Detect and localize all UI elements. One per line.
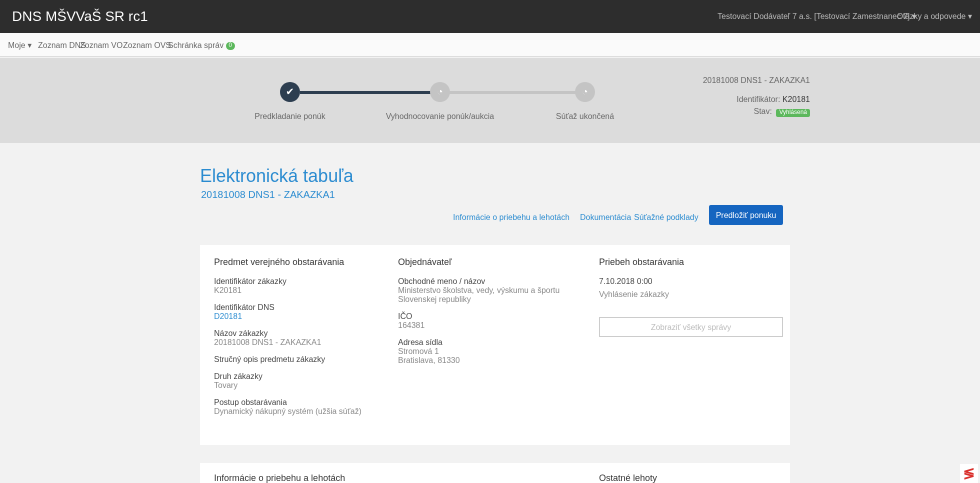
priebeh-event: Vyhlásenie zákazky	[599, 290, 669, 299]
schranka-label: Schránka správ	[168, 41, 224, 50]
step-2-label: Vyhodnocovanie ponúk/aukcia	[385, 112, 495, 121]
nav-zoznam-ovs[interactable]: Zoznam OVS	[123, 41, 171, 50]
info-identifier: Identifikátor: K20181	[737, 95, 810, 104]
user-menu[interactable]: Testovací Dodávateľ 7 a.s. [Testovací Za…	[718, 12, 916, 21]
step-3-label: Súťaž ukončená	[555, 112, 615, 121]
nav-schranka-sprav[interactable]: Schránka správ 0	[168, 41, 235, 50]
details-card: Predmet verejného obstarávania Identifik…	[200, 245, 790, 445]
field-label: IČO	[398, 312, 413, 321]
info-stav-label: Stav:	[753, 107, 772, 116]
info-id-label: Identifikátor:	[736, 95, 781, 104]
nav-moje[interactable]: Moje ▾	[8, 41, 32, 50]
field-label: Názov zákazky	[214, 329, 268, 338]
step-1-check-icon: ✔	[280, 82, 300, 102]
field-value: Stromová 1 Bratislava, 81330	[398, 347, 460, 365]
info-stav: Stav: Vyhlásená	[753, 107, 810, 117]
bottom-card: Informácie o priebehu a lehotách Ostatné…	[200, 463, 790, 483]
field-label: Obchodné meno / názov	[398, 277, 486, 286]
objednavatel-title: Objednávateľ	[398, 257, 452, 267]
priebeh-date: 7.10.2018 0:00	[599, 277, 653, 286]
nav-bar: Moje ▾ Zoznam DNS Zoznam VO Zoznam OVS S…	[0, 33, 980, 57]
bottom-left-title: Informácie o priebehu a lehotách	[214, 473, 346, 483]
field-label: Postup obstarávania	[214, 398, 287, 407]
brand-logo-icon[interactable]: ≶	[960, 464, 978, 483]
field-value: 164381	[398, 321, 425, 330]
predmet-title: Predmet verejného obstarávania	[214, 257, 345, 267]
page-title: Elektronická tabuľa	[200, 166, 354, 186]
step-2-icon: ◔	[430, 82, 450, 102]
field-label: Identifikátor DNS	[214, 303, 275, 312]
zobrazit-vsetky-spravy-button[interactable]: Zobraziť všetky správy	[599, 317, 783, 337]
page-subtitle: 20181008 DNS1 - ZAKAZKA1	[201, 190, 335, 201]
nav-zoznam-dns[interactable]: Zoznam DNS	[38, 41, 86, 50]
tab-dokumentacia-link[interactable]: Dokumentácia	[580, 213, 631, 222]
bottom-right-title: Ostatné lehoty	[599, 473, 658, 483]
nav-zoznam-vo[interactable]: Zoznam VO	[80, 41, 123, 50]
step-1-label: Predkladanie ponúk	[254, 112, 326, 121]
objednavatel-column: Objednávateľ Obchodné meno / názov Minis…	[398, 257, 578, 373]
step-3-icon: ◔	[575, 82, 595, 102]
priebeh-column: Priebeh obstarávania 7.10.2018 0:00 Vyhl…	[599, 257, 783, 307]
top-bar: DNS MŠVVaŠ SR rc1 Testovací Dodávateľ 7 …	[0, 0, 980, 33]
predmet-column: Predmet verejného obstarávania Identifik…	[214, 257, 394, 424]
tab-sutazne-podklady-link[interactable]: Súťažné podklady	[634, 213, 698, 222]
help-label: Otázky a odpovede	[896, 12, 966, 21]
predlozit-ponuku-button[interactable]: Predložiť ponuku	[709, 205, 783, 225]
field-label: Identifikátor zákazky	[214, 277, 287, 286]
field-value: K20181	[214, 286, 242, 295]
status-badge: Vyhlásená	[776, 109, 810, 117]
dns-id-link[interactable]: D20181	[214, 312, 394, 321]
field-value: 20181008 DNS1 - ZAKAZKA1	[214, 338, 322, 347]
progress-track-pending	[440, 91, 585, 94]
priebeh-title: Priebeh obstarávania	[599, 257, 685, 267]
field-value: Tovary	[214, 381, 238, 390]
info-id-value: K20181	[782, 95, 810, 104]
field-label: Stručný opis predmetu zákazky	[214, 355, 326, 364]
info-name: 20181008 DNS1 - ZAKAZKA1	[702, 76, 810, 85]
field-label: Druh zákazky	[214, 372, 263, 381]
inbox-count-badge: 0	[225, 41, 235, 50]
field-value: Ministerstvo školstva, vedy, výskumu a š…	[398, 286, 560, 304]
field-value: Dynamický nákupný systém (užšia súťaž)	[214, 407, 362, 416]
progress-track-done	[300, 91, 440, 94]
app-title[interactable]: DNS MŠVVaŠ SR rc1	[12, 8, 148, 24]
field-label: Adresa sídla	[398, 338, 443, 347]
tab-info-link[interactable]: Informácie o priebehu a lehotách	[453, 213, 570, 222]
user-name: Testovací Dodávateľ 7 a.s. [Testovací Za…	[717, 12, 910, 21]
progress-section: ✔ ◔ ◔ Predkladanie ponúk Vyhodnocovanie …	[0, 58, 980, 143]
help-menu[interactable]: Otázky a odpovede ▾	[897, 12, 972, 21]
